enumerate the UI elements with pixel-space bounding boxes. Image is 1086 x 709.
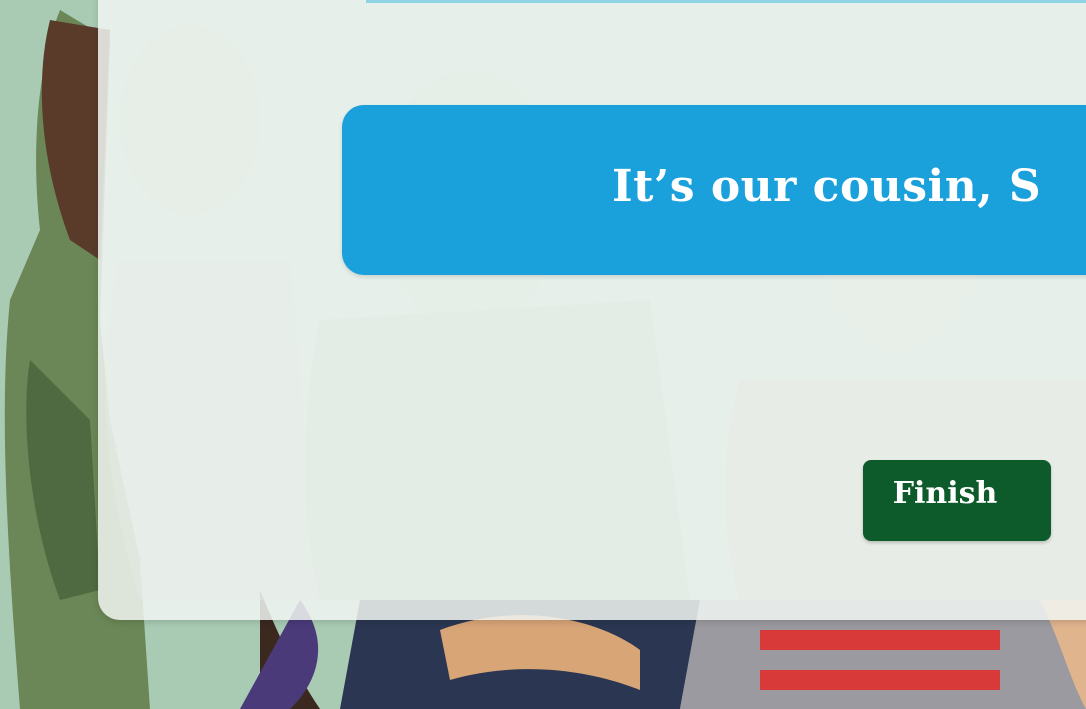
finish-button[interactable]: Finish xyxy=(863,460,1051,541)
speech-text: It’s our cousin, S xyxy=(612,161,1042,212)
speech-banner: It’s our cousin, S xyxy=(342,105,1086,275)
panel-top-divider xyxy=(366,0,1086,3)
slide-scene: It’s our cousin, S Finish xyxy=(0,0,1086,709)
